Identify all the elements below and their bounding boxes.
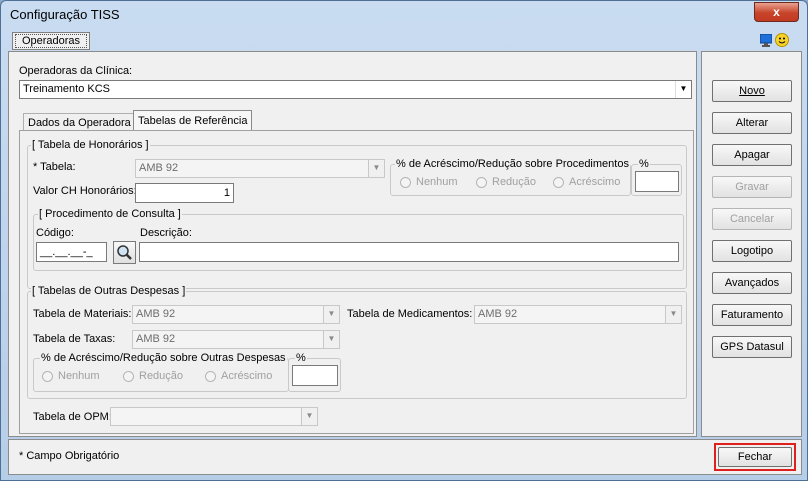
pct-outras-input[interactable] xyxy=(292,365,338,386)
tab-operadoras-label: Operadoras xyxy=(15,34,87,48)
tab-dados-operadora-label: Dados da Operadora xyxy=(28,117,131,129)
alterar-label: Alterar xyxy=(735,117,769,129)
pct-outras-label: % xyxy=(295,352,307,364)
chevron-down-icon[interactable]: ▼ xyxy=(368,160,384,177)
cancelar-button[interactable]: Cancelar xyxy=(712,208,792,230)
footer-bar: * Campo Obrigatório Fechar xyxy=(8,439,802,475)
pct-procedimentos-label: % xyxy=(638,158,650,170)
medicamentos-value: AMB 92 xyxy=(478,308,518,320)
window-title: Configuração TISS xyxy=(10,7,120,22)
tab-tabelas-referencia[interactable]: Tabelas de Referência xyxy=(133,110,253,131)
valor-ch-value: 1 xyxy=(223,187,230,199)
close-icon: x xyxy=(773,5,780,19)
pct-procedimentos-input[interactable] xyxy=(635,171,679,192)
codigo-mask: __.__.__-_ xyxy=(40,246,93,258)
taxas-value: AMB 92 xyxy=(136,333,176,345)
button-panel: Novo Alterar Apagar Gravar Cancelar Logo… xyxy=(701,51,802,437)
main-panel: Operadoras da Clínica: Treinamento KCS ▼… xyxy=(8,51,697,437)
medicamentos-select[interactable]: AMB 92 ▼ xyxy=(474,305,682,324)
required-note: * Campo Obrigatório xyxy=(19,450,120,462)
taxas-select[interactable]: AMB 92 ▼ xyxy=(132,330,340,349)
operadoras-value: Treinamento KCS xyxy=(23,83,111,95)
apagar-button[interactable]: Apagar xyxy=(712,144,792,166)
acrescimo-procedimentos-label: % de Acréscimo/Redução sobre Procediment… xyxy=(395,158,630,170)
medicamentos-label: Tabela de Medicamentos: xyxy=(347,308,473,320)
smiley-icon[interactable] xyxy=(775,33,789,47)
chevron-down-icon[interactable]: ▼ xyxy=(675,81,691,98)
gravar-label: Gravar xyxy=(735,181,769,193)
materiais-label: Tabela de Materiais: xyxy=(33,308,132,320)
tab-tabelas-referencia-label: Tabelas de Referência xyxy=(138,115,248,127)
codigo-input[interactable]: __.__.__-_ xyxy=(36,242,107,262)
materiais-value: AMB 92 xyxy=(136,308,176,320)
radio-acrescimo-outras[interactable] xyxy=(205,371,216,382)
search-button[interactable] xyxy=(113,241,136,264)
faturamento-button[interactable]: Faturamento xyxy=(712,304,792,326)
tab-operadoras[interactable]: Operadoras xyxy=(12,32,90,50)
gps-datasul-button[interactable]: GPS Datasul xyxy=(712,336,792,358)
radio-acrescimo-procedimentos[interactable] xyxy=(553,177,564,188)
outras-despesas-group-label: [ Tabelas de Outras Despesas ] xyxy=(31,285,187,297)
radio-nenhum-procedimentos[interactable] xyxy=(400,177,411,188)
tabela-label: * Tabela: xyxy=(33,161,76,173)
logotipo-button[interactable]: Logotipo xyxy=(712,240,792,262)
valor-ch-input[interactable]: 1 xyxy=(135,183,234,203)
gps-datasul-label: GPS Datasul xyxy=(720,341,784,353)
radio-nenhum-label: Nenhum xyxy=(416,176,458,188)
radio-acrescimo-label: Acréscimo xyxy=(569,176,621,188)
radio-nenhum-outras[interactable] xyxy=(42,371,53,382)
radio-nenhum-outras-label: Nenhum xyxy=(58,370,100,382)
radio-reducao-outras[interactable] xyxy=(123,371,134,382)
taxas-label: Tabela de Taxas: xyxy=(33,333,116,345)
honorarios-group-label: [ Tabela de Honorários ] xyxy=(31,139,150,151)
opm-select[interactable]: ▼ xyxy=(110,407,318,426)
chevron-down-icon[interactable]: ▼ xyxy=(323,331,339,348)
gravar-button[interactable]: Gravar xyxy=(712,176,792,198)
operadoras-select[interactable]: Treinamento KCS ▼ xyxy=(19,80,692,99)
operadoras-label: Operadoras da Clínica: xyxy=(19,65,133,77)
novo-label: Novo xyxy=(739,85,765,97)
radio-acrescimo-outras-label: Acréscimo xyxy=(221,370,273,382)
tabela-honorarios-select[interactable]: AMB 92 ▼ xyxy=(135,159,385,178)
chevron-down-icon[interactable]: ▼ xyxy=(301,408,317,425)
title-bar: Configuração TISS x xyxy=(1,1,807,29)
chevron-down-icon[interactable]: ▼ xyxy=(323,306,339,323)
codigo-label: Código: xyxy=(36,227,74,239)
descricao-input[interactable] xyxy=(139,242,679,262)
avancados-button[interactable]: Avançados xyxy=(712,272,792,294)
fechar-button[interactable]: Fechar xyxy=(718,447,792,467)
fechar-label: Fechar xyxy=(737,451,773,463)
logotipo-label: Logotipo xyxy=(730,245,774,257)
radio-reducao-label: Redução xyxy=(492,176,537,188)
opm-label: Tabela de OPM: xyxy=(33,411,112,423)
descricao-label: Descrição: xyxy=(140,227,192,239)
alterar-button[interactable]: Alterar xyxy=(712,112,792,134)
valor-ch-label: Valor CH Honorários: xyxy=(33,185,137,197)
chevron-down-icon[interactable]: ▼ xyxy=(665,306,681,323)
radio-reducao-procedimentos[interactable] xyxy=(476,177,487,188)
tab-body: [ Tabela de Honorários ] * Tabela: AMB 9… xyxy=(19,130,694,434)
monitor-icon[interactable] xyxy=(759,33,773,47)
acrescimo-outras-label: % de Acréscimo/Redução sobre Outras Desp… xyxy=(40,352,287,364)
close-button[interactable]: x xyxy=(754,2,799,22)
config-tiss-window: Configuração TISS x Operadoras Operadora… xyxy=(0,0,808,481)
magnifier-icon xyxy=(117,245,132,260)
tabela-honorarios-value: AMB 92 xyxy=(139,162,179,174)
novo-button[interactable]: Novo xyxy=(712,80,792,102)
cancelar-label: Cancelar xyxy=(729,213,775,225)
avancados-label: Avançados xyxy=(724,277,780,289)
tab-dados-operadora[interactable]: Dados da Operadora xyxy=(23,113,136,131)
apagar-label: Apagar xyxy=(734,149,770,161)
faturamento-label: Faturamento xyxy=(720,309,784,321)
consulta-group-label: [ Procedimento de Consulta ] xyxy=(38,208,182,220)
radio-reducao-outras-label: Redução xyxy=(139,370,184,382)
materiais-select[interactable]: AMB 92 ▼ xyxy=(132,305,340,324)
